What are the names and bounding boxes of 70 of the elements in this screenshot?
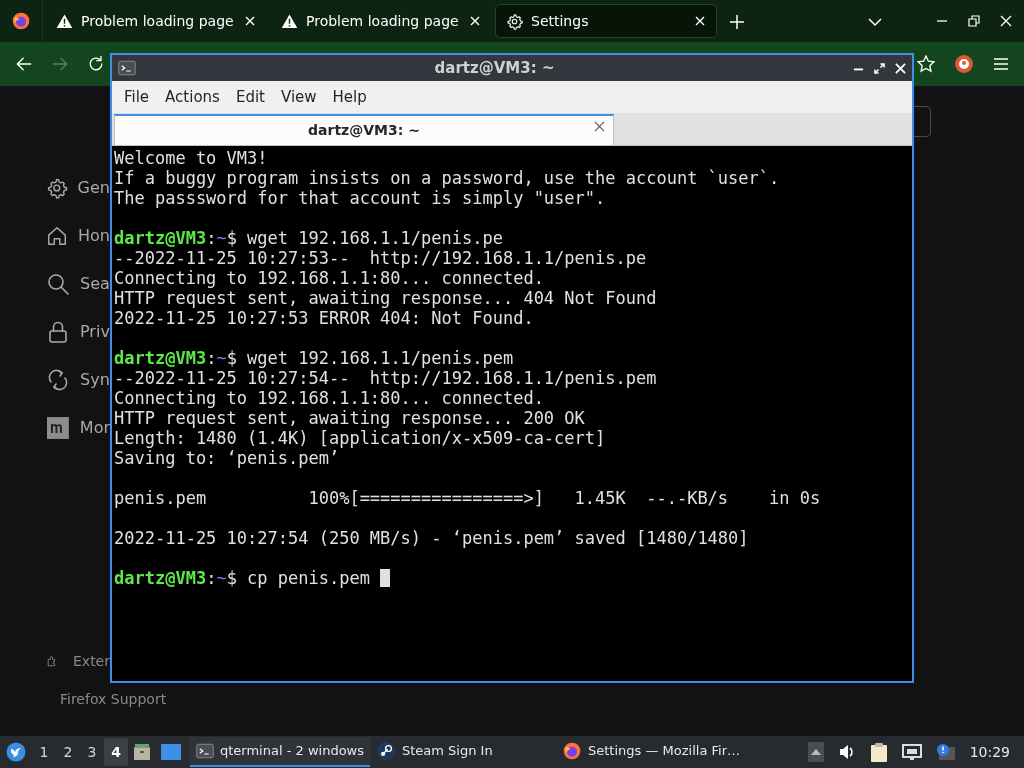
start-menu-icon[interactable]: [6, 742, 26, 762]
terminal-line: Length: 1480 (1.4K) [application/x-x509-ca-cert]: [114, 428, 606, 448]
warning-icon: [281, 12, 298, 30]
m-logo-icon[interactable]: [46, 416, 70, 440]
clock: 10:29: [969, 742, 1010, 762]
terminal-line: If a buggy program insists on a password, use the account `user`.: [114, 168, 780, 188]
sidebar-item[interactable]: Firefox Support: [60, 688, 167, 710]
menu-item[interactable]: File: [116, 85, 158, 109]
gear-icon: [506, 12, 523, 30]
terminal-line: Saving to: ‘penis.pem’: [114, 448, 340, 468]
browser-tab[interactable]: Settings: [495, 4, 717, 38]
taskbar-button[interactable]: Settings — Mozilla Fir…: [556, 737, 756, 767]
firefox-icon[interactable]: [11, 11, 31, 31]
workspace-button[interactable]: 3: [80, 738, 104, 766]
sidebar-item[interactable]: Exter: [73, 650, 110, 672]
menu-item[interactable]: Actions: [157, 85, 228, 109]
terminal-line: 2022-11-25 10:27:54 (250 MB/s) - ‘penis.pem’ saved [1480/1480]: [114, 528, 749, 548]
terminal-icon: [196, 741, 214, 761]
terminal-line: Welcome to VM3!: [114, 148, 268, 168]
workspace-button[interactable]: 2: [56, 738, 80, 766]
sidebar-item[interactable]: Hon: [78, 224, 110, 248]
menu-item[interactable]: Edit: [227, 85, 273, 109]
terminal-line: HTTP request sent, awaiting response... 200 OK: [114, 408, 585, 428]
sidebar-item[interactable]: Sea: [80, 272, 110, 296]
taskbar-button[interactable]: qterminal - 2 windows: [190, 737, 370, 767]
sidebar-item[interactable]: Syn: [80, 368, 110, 392]
terminal-tab[interactable]: dartz@VM3: ~: [114, 114, 614, 145]
sidebar-item[interactable]: Gen: [77, 176, 110, 200]
star-icon[interactable]: [916, 54, 936, 74]
network-icon[interactable]: [901, 743, 922, 761]
volume-icon[interactable]: [837, 743, 856, 761]
terminal-line: The passsword for that account is simply "user".: [114, 188, 606, 208]
menu-item[interactable]: View: [272, 85, 325, 109]
browser-tab[interactable]: Problem loading page: [270, 4, 492, 38]
terminal-icon: [118, 59, 136, 77]
terminal-line: dartz@VM3:~$ wget 192.168.1.1/penis.pem: [114, 348, 514, 368]
sidebar-item[interactable]: Priv: [80, 320, 110, 344]
terminal-line: --2022-11-25 10:27:54-- http://192.168.1.1/penis.pem: [114, 368, 657, 388]
browser-tab[interactable]: Problem loading page: [45, 4, 267, 38]
sidebar-item[interactable]: Mor: [79, 416, 110, 440]
desktop-icon[interactable]: [160, 743, 182, 761]
terminal-line: 2022-11-25 10:27:53 ERROR 404: Not Found.: [114, 308, 534, 328]
close-icon[interactable]: [594, 121, 605, 132]
terminal-line: dartz@VM3:~$ cp penis.pem: [114, 568, 370, 588]
terminal-line: Connecting to 192.168.1.1:80... connected.: [114, 268, 544, 288]
home-icon[interactable]: [46, 224, 69, 248]
workspace-button[interactable]: 1: [32, 738, 56, 766]
firefox-icon: [562, 741, 582, 761]
terminal-line: dartz@VM3:~$ wget 192.168.1.1/penis.pe: [114, 228, 503, 248]
file-cabinet-icon[interactable]: [132, 742, 152, 762]
steam-icon: [376, 741, 396, 761]
gear-icon[interactable]: [46, 176, 68, 200]
maximize-icon[interactable]: [874, 62, 885, 74]
terminal-line: penis.pem 100%[================>] 1.45K --.-KB/s in 0s: [114, 488, 821, 508]
workspace-button[interactable]: 4: [104, 738, 128, 766]
notification-icon[interactable]: [935, 743, 956, 761]
menu-item[interactable]: Help: [324, 85, 375, 109]
taskbar-button[interactable]: Steam Sign In: [370, 737, 520, 767]
search-icon[interactable]: [46, 272, 70, 296]
clipboard-icon[interactable]: [869, 742, 888, 762]
terminal-line: Connecting to 192.168.1.1:80... connected.: [114, 388, 544, 408]
window-title: dartz@VM3: ~: [433, 57, 556, 79]
sync-icon[interactable]: [46, 368, 70, 392]
menu-icon[interactable]: [992, 55, 1010, 73]
warning-icon: [56, 12, 73, 30]
terminal-line: --2022-11-25 10:27:53-- http://192.168.1.1/penis.pe: [114, 248, 647, 268]
plus-icon[interactable]: [729, 13, 745, 30]
terminal-line: HTTP request sent, awaiting response... 404 Not Found: [114, 288, 657, 308]
lock-icon[interactable]: [46, 320, 70, 344]
restore-icon[interactable]: [968, 15, 980, 27]
